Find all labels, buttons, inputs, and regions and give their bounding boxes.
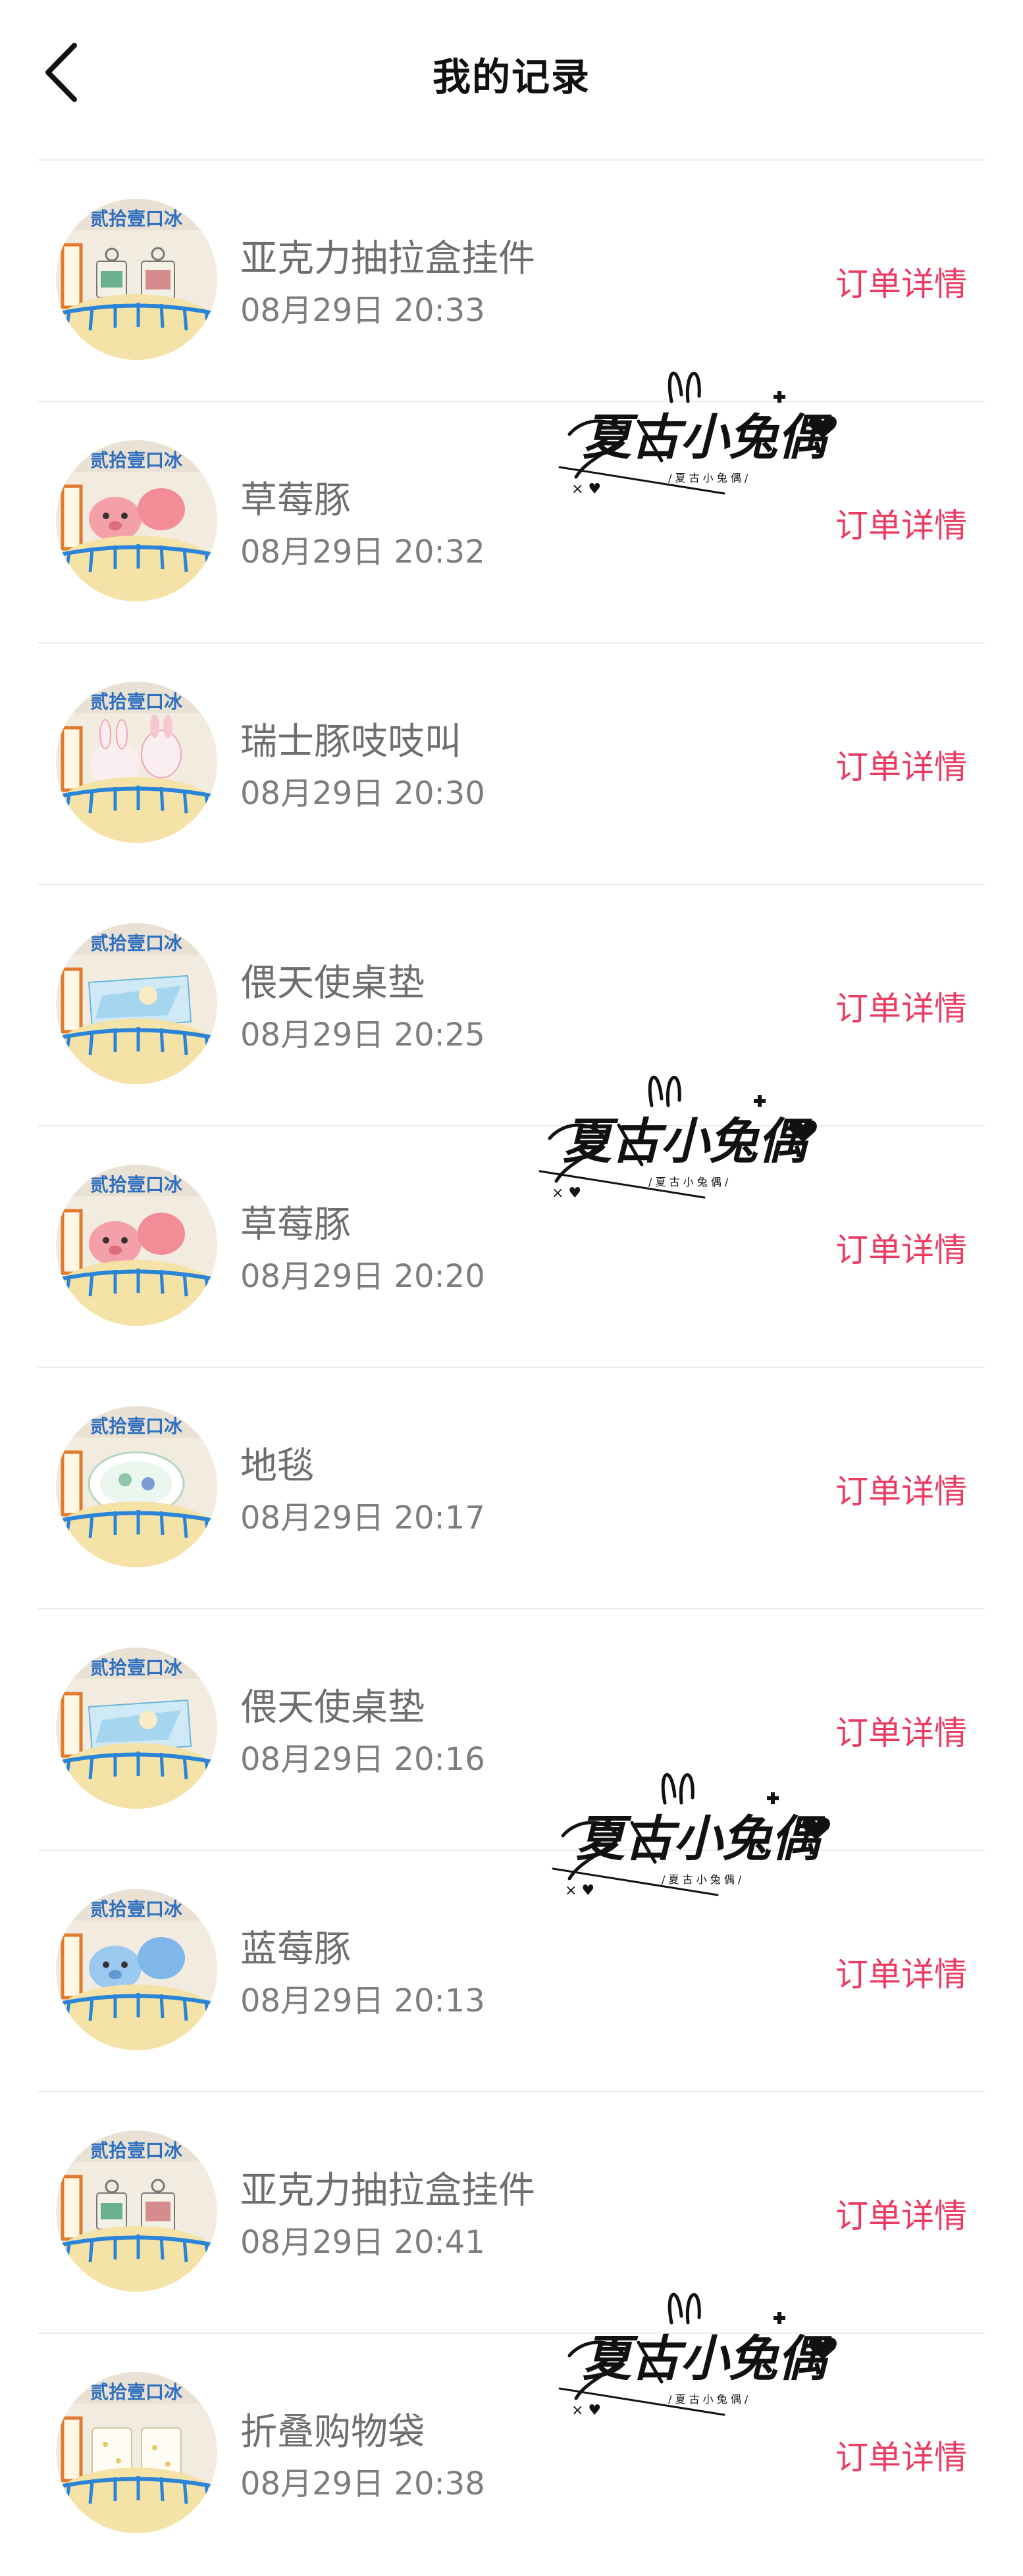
product-thumbnail: 贰拾壹口冰 xyxy=(56,1406,217,1567)
item-timestamp: 08月29日 20:20 xyxy=(240,1258,485,1295)
item-timestamp: 08月29日 20:38 xyxy=(240,2465,485,2502)
item-title: 草莓豚 xyxy=(240,479,351,522)
record-row[interactable]: 贰拾壹口冰 蓝莓豚 08月29日 20:13 订单详情 xyxy=(0,1850,1023,2091)
svg-text:贰拾壹口冰: 贰拾壹口冰 xyxy=(90,1898,183,1920)
record-row[interactable]: 贰拾壹口冰 地毯 08月29日 20:17 订单详情 xyxy=(0,1367,1023,1608)
record-row[interactable]: 贰拾壹口冰 偎天使桌垫 08月29日 20:25 订单详情 xyxy=(0,884,1023,1125)
item-timestamp: 08月29日 20:25 xyxy=(240,1017,485,1053)
product-thumbnail: 贰拾壹口冰 xyxy=(56,682,217,843)
product-thumbnail: 贰拾壹口冰 xyxy=(56,2372,217,2533)
item-title: 折叠购物袋 xyxy=(240,2411,425,2454)
item-timestamp: 08月29日 20:30 xyxy=(240,775,485,812)
svg-text:贰拾壹口冰: 贰拾壹口冰 xyxy=(90,2381,183,2403)
svg-text:贰拾壹口冰: 贰拾壹口冰 xyxy=(90,1415,183,1437)
order-detail-link[interactable]: 订单详情 xyxy=(835,1948,967,1996)
order-detail-link[interactable]: 订单详情 xyxy=(835,1465,967,1513)
order-detail-link[interactable]: 订单详情 xyxy=(835,741,967,788)
product-thumbnail-image: 贰拾壹口冰 xyxy=(56,199,217,360)
svg-text:贰拾壹口冰: 贰拾壹口冰 xyxy=(90,1657,183,1679)
record-row[interactable]: 贰拾壹口冰 草莓豚 08月29日 20:20 订单详情 xyxy=(0,1125,1023,1367)
product-thumbnail-image: 贰拾壹口冰 xyxy=(56,1406,217,1567)
svg-text:贰拾壹口冰: 贰拾壹口冰 xyxy=(90,208,183,230)
product-thumbnail: 贰拾壹口冰 xyxy=(56,2131,217,2292)
product-thumbnail-image: 贰拾壹口冰 xyxy=(56,923,217,1084)
page-title: 我的记录 xyxy=(432,55,590,99)
item-title: 草莓豚 xyxy=(240,1203,351,1246)
order-detail-link[interactable]: 订单详情 xyxy=(835,258,967,305)
item-timestamp: 08月29日 20:13 xyxy=(240,1983,485,2019)
order-detail-link[interactable]: 订单详情 xyxy=(835,2190,967,2237)
item-timestamp: 08月29日 20:16 xyxy=(240,1741,485,1778)
order-detail-link[interactable]: 订单详情 xyxy=(835,982,967,1030)
page: 我的记录 贰拾壹口冰 亚克力抽拉盒挂件 08月29日 20:33 订单详情 贰拾… xyxy=(0,0,1023,2576)
item-timestamp: 08月29日 20:32 xyxy=(240,534,485,570)
product-thumbnail: 贰拾壹口冰 xyxy=(56,440,217,601)
order-detail-link[interactable]: 订单详情 xyxy=(835,499,967,547)
item-title: 瑞士豚吱吱叫 xyxy=(240,720,461,763)
item-title: 亚克力抽拉盒挂件 xyxy=(240,238,535,280)
product-thumbnail: 贰拾壹口冰 xyxy=(56,923,217,1084)
item-timestamp: 08月29日 20:17 xyxy=(240,1500,485,1536)
item-title: 亚克力抽拉盒挂件 xyxy=(240,2169,535,2212)
product-thumbnail-image: 贰拾壹口冰 xyxy=(56,440,217,601)
item-timestamp: 08月29日 20:41 xyxy=(240,2224,485,2261)
product-thumbnail: 贰拾壹口冰 xyxy=(56,1889,217,2050)
product-thumbnail-image: 贰拾壹口冰 xyxy=(56,1648,217,1809)
product-thumbnail-image: 贰拾壹口冰 xyxy=(56,682,217,843)
item-title: 偎天使桌垫 xyxy=(240,962,425,1005)
record-row[interactable]: 贰拾壹口冰 偎天使桌垫 08月29日 20:16 订单详情 xyxy=(0,1608,1023,1850)
product-thumbnail-image: 贰拾壹口冰 xyxy=(56,2372,217,2533)
svg-text:贰拾壹口冰: 贰拾壹口冰 xyxy=(90,2140,183,2161)
item-title: 地毯 xyxy=(240,1445,314,1488)
product-thumbnail-image: 贰拾壹口冰 xyxy=(56,1165,217,1326)
svg-text:贰拾壹口冰: 贰拾壹口冰 xyxy=(90,932,183,954)
order-detail-link[interactable]: 订单详情 xyxy=(835,1707,967,1754)
record-row[interactable]: 贰拾壹口冰 亚克力抽拉盒挂件 08月29日 20:33 订单详情 xyxy=(0,159,1023,401)
svg-text:贰拾壹口冰: 贰拾壹口冰 xyxy=(90,1174,183,1196)
item-timestamp: 08月29日 20:33 xyxy=(240,292,485,329)
item-title: 蓝莓豚 xyxy=(240,1928,351,1971)
record-row[interactable]: 贰拾壹口冰 折叠购物袋 08月29日 20:38 订单详情 xyxy=(0,2333,1023,2574)
product-thumbnail: 贰拾壹口冰 xyxy=(56,199,217,360)
item-title: 偎天使桌垫 xyxy=(240,1686,425,1729)
svg-text:贰拾壹口冰: 贰拾壹口冰 xyxy=(90,691,183,713)
record-row[interactable]: 贰拾壹口冰 瑞士豚吱吱叫 08月29日 20:30 订单详情 xyxy=(0,642,1023,884)
order-detail-link[interactable]: 订单详情 xyxy=(835,1224,967,1271)
product-thumbnail-image: 贰拾壹口冰 xyxy=(56,2131,217,2292)
record-row[interactable]: 贰拾壹口冰 亚克力抽拉盒挂件 08月29日 20:41 订单详情 xyxy=(0,2091,1023,2333)
record-row[interactable]: 贰拾壹口冰 草莓豚 08月29日 20:32 订单详情 xyxy=(0,401,1023,642)
order-detail-link[interactable]: 订单详情 xyxy=(835,2431,967,2479)
product-thumbnail: 贰拾壹口冰 xyxy=(56,1648,217,1809)
nav-bar: 我的记录 xyxy=(0,0,1023,151)
svg-text:贰拾壹口冰: 贰拾壹口冰 xyxy=(90,449,183,471)
product-thumbnail: 贰拾壹口冰 xyxy=(56,1165,217,1326)
product-thumbnail-image: 贰拾壹口冰 xyxy=(56,1889,217,2050)
